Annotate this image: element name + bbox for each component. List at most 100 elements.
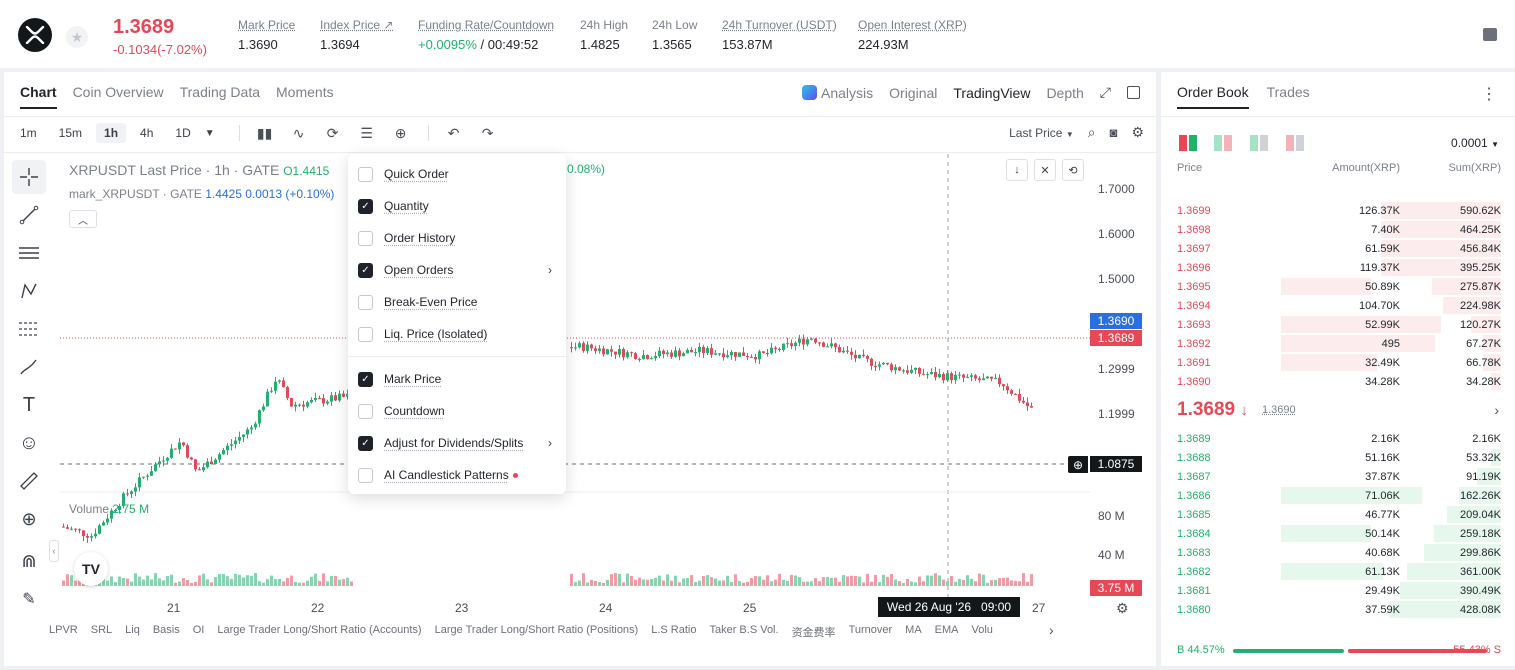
checkbox-icon[interactable] <box>358 326 373 342</box>
menu-item[interactable]: AI Candlestick Patterns <box>358 463 556 487</box>
indicator-item[interactable]: Basis <box>153 624 180 640</box>
bid-row[interactable]: 1.3680 37.59K 428.08K <box>1161 600 1515 619</box>
indicator-item[interactable]: OI <box>193 624 205 640</box>
indicator-item[interactable]: LPVR <box>49 624 78 640</box>
timeframe-dropdown-icon[interactable]: ▼ <box>205 128 215 139</box>
arrow-down-icon[interactable]: ↓ <box>1006 159 1028 181</box>
checkbox-icon[interactable] <box>358 467 373 483</box>
refresh-icon[interactable]: ⟳ <box>324 124 342 142</box>
timeframe-1d[interactable]: 1D <box>167 123 198 143</box>
candlestick-chart[interactable] <box>60 154 1090 664</box>
candlestick-icon[interactable]: ▮▮ <box>256 124 274 142</box>
menu-item[interactable]: Countdown <box>358 399 556 423</box>
search-icon[interactable]: ⌕ <box>1088 124 1096 141</box>
tab-trades[interactable]: Trades <box>1267 84 1310 109</box>
checkbox-icon[interactable]: ✓ <box>358 371 373 387</box>
timeframe-15m[interactable]: 15m <box>51 123 90 143</box>
collapse-legend-button[interactable]: ︿ <box>69 210 97 228</box>
bid-row[interactable]: 1.3683 40.68K 299.86K <box>1161 543 1515 562</box>
stat-label[interactable]: 24h Turnover (USDT) <box>722 18 837 32</box>
timeframe-1h[interactable]: 1h <box>96 123 127 143</box>
text-icon[interactable]: T <box>12 388 46 422</box>
menu-item[interactable]: ✓ Mark Price <box>358 367 556 391</box>
view-both-alt-icon[interactable] <box>1214 135 1232 151</box>
trend-line-icon[interactable] <box>12 198 46 232</box>
bid-row[interactable]: 1.3687 37.87K 91.19K <box>1161 467 1515 486</box>
tab-trading-data[interactable]: Trading Data <box>180 84 260 109</box>
indicator-item[interactable]: 资金费率 <box>792 624 836 640</box>
tab-tradingview[interactable]: TradingView <box>953 85 1030 101</box>
timeframe-4h[interactable]: 4h <box>132 123 161 143</box>
stat-label[interactable]: Index Price ↗ <box>320 18 393 32</box>
indicator-item[interactable]: Liq <box>125 624 140 640</box>
camera-icon[interactable]: ◙ <box>1110 125 1118 140</box>
expand-icon[interactable]: ⤢ <box>1100 84 1111 101</box>
window-icon[interactable] <box>1127 86 1140 99</box>
menu-item[interactable]: Quick Order <box>358 162 556 186</box>
bid-row[interactable]: 1.3685 46.77K 209.04K <box>1161 505 1515 524</box>
checkbox-icon[interactable]: ✓ <box>358 262 373 278</box>
settings-gear-icon[interactable]: ⚙ <box>1131 124 1144 141</box>
indicator-item[interactable]: Volu <box>972 624 993 640</box>
bid-row[interactable]: 1.3681 29.49K 390.49K <box>1161 581 1515 600</box>
view-asks-icon[interactable] <box>1286 135 1304 151</box>
precision-select[interactable]: 0.0001 ▼ <box>1451 136 1499 150</box>
indicator-item[interactable]: L.S Ratio <box>651 624 696 640</box>
ask-row[interactable]: 1.3694 104.70K 224.98K <box>1161 296 1515 315</box>
view-both-icon[interactable] <box>1179 135 1197 151</box>
checkbox-icon[interactable] <box>358 403 373 419</box>
pencil-icon[interactable]: ✎ <box>12 582 46 616</box>
stat-label[interactable]: Mark Price <box>238 18 295 32</box>
ask-row[interactable]: 1.3693 52.99K 120.27K <box>1161 315 1515 334</box>
indicators-icon[interactable]: ∿ <box>290 124 308 142</box>
undo-icon[interactable]: ↶ <box>445 124 463 142</box>
menu-item[interactable]: ✓ Adjust for Dividends/Splits › <box>358 431 556 455</box>
reset-icon[interactable]: ⟲ <box>1062 159 1084 181</box>
indicator-item[interactable]: SRL <box>91 624 112 640</box>
indicator-item[interactable]: Taker B.S Vol. <box>709 624 778 640</box>
tradingview-logo-icon[interactable]: TV <box>74 552 108 586</box>
add-alert-icon[interactable]: ⊕ <box>1068 456 1088 473</box>
ask-row[interactable]: 1.3695 50.89K 275.87K <box>1161 277 1515 296</box>
ask-row[interactable]: 1.3698 7.40K 464.25K <box>1161 220 1515 239</box>
indicator-item[interactable]: Large Trader Long/Short Ratio (Positions… <box>435 624 639 640</box>
price-type-select[interactable]: Last Price ▼ <box>1009 126 1074 140</box>
book-icon[interactable] <box>1483 28 1497 41</box>
menu-item[interactable]: Order History <box>358 226 556 250</box>
ruler-icon[interactable] <box>12 464 46 498</box>
tab-chart[interactable]: Chart <box>20 84 57 109</box>
bid-row[interactable]: 1.3682 61.13K 361.00K <box>1161 562 1515 581</box>
checkbox-icon[interactable] <box>358 230 373 246</box>
stat-label[interactable]: Open Interest (XRP) <box>858 18 967 32</box>
emoji-icon[interactable]: ☺ <box>12 426 46 460</box>
indicator-item[interactable]: EMA <box>935 624 959 640</box>
bid-row[interactable]: 1.3688 51.16K 53.32K <box>1161 448 1515 467</box>
ask-row[interactable]: 1.3691 32.49K 66.78K <box>1161 353 1515 372</box>
tab-moments[interactable]: Moments <box>276 84 334 109</box>
checkbox-icon[interactable]: ✓ <box>358 198 373 214</box>
collapse-sidebar-icon[interactable]: ‹ <box>49 540 59 562</box>
menu-item[interactable]: Liq. Price (Isolated) <box>358 322 556 346</box>
tab-order-book[interactable]: Order Book <box>1177 84 1249 109</box>
indicator-item[interactable]: Turnover <box>849 624 893 640</box>
more-options-icon[interactable]: ⋮ <box>1481 84 1497 104</box>
indicator-item[interactable]: MA <box>905 624 922 640</box>
crosshair-icon[interactable] <box>12 160 46 194</box>
menu-item[interactable]: ✓ Open Orders › <box>358 258 556 282</box>
checkbox-icon[interactable] <box>358 166 373 182</box>
compress-icon[interactable]: ✕ <box>1034 159 1056 181</box>
ask-row[interactable]: 1.3697 61.59K 456.84K <box>1161 239 1515 258</box>
redo-icon[interactable]: ↷ <box>479 124 497 142</box>
tab-original[interactable]: Original <box>889 85 937 101</box>
horizontal-lines-icon[interactable] <box>12 236 46 270</box>
timeframe-1m[interactable]: 1m <box>12 123 45 143</box>
ask-row[interactable]: 1.3692 495 67.27K <box>1161 334 1515 353</box>
menu-item[interactable]: Break-Even Price <box>358 290 556 314</box>
view-bids-icon[interactable] <box>1250 135 1268 151</box>
tab-coin-overview[interactable]: Coin Overview <box>73 84 164 109</box>
ask-row[interactable]: 1.3699 126.37K 590.62K <box>1161 201 1515 220</box>
favorite-star-icon[interactable]: ★ <box>66 26 88 48</box>
tab-analysis[interactable]: Analysis <box>802 84 873 101</box>
bid-row[interactable]: 1.3686 71.06K 162.26K <box>1161 486 1515 505</box>
ask-row[interactable]: 1.3696 119.37K 395.25K <box>1161 258 1515 277</box>
